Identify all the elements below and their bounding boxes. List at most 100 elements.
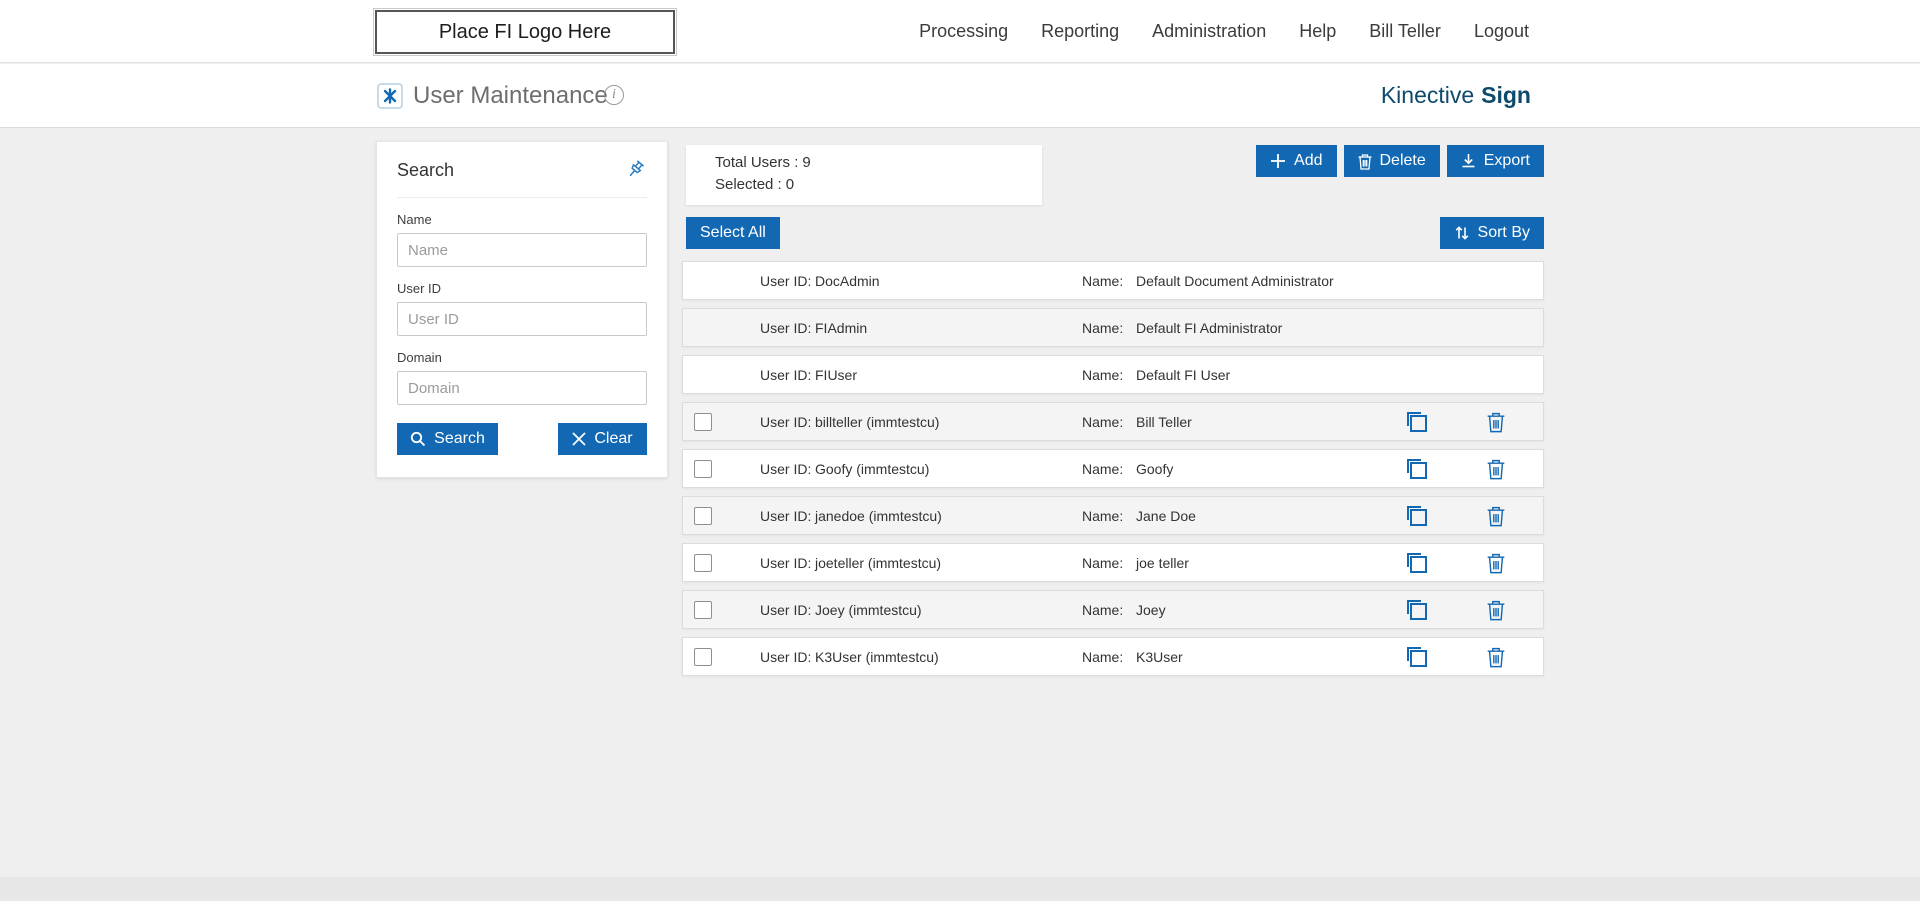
brand-name: Kinective <box>1380 82 1475 108</box>
search-button[interactable]: Search <box>397 423 498 455</box>
search-icon <box>410 431 426 447</box>
nav-item-help[interactable]: Help <box>1299 21 1336 42</box>
export-button-label: Export <box>1483 152 1530 169</box>
total-users-text: Total Users :9 <box>715 154 811 171</box>
row-checkbox[interactable] <box>694 459 712 478</box>
copy-icon <box>1407 505 1427 526</box>
user-maintenance-icon <box>377 83 403 109</box>
pin-icon[interactable] <box>623 158 647 182</box>
user-row: User ID: FIUser Name: Default FI User <box>682 355 1544 394</box>
user-id-value: Goofy (immtestcu) <box>815 460 930 477</box>
trash-icon <box>1358 153 1372 170</box>
delete-user-button[interactable] <box>1487 599 1505 620</box>
name-value: Joey <box>1136 601 1166 618</box>
user-id-field-group: User ID <box>397 281 647 336</box>
delete-user-button[interactable] <box>1487 411 1505 432</box>
fi-logo-text: Place FI Logo Here <box>438 20 612 43</box>
delete-button-label: Delete <box>1379 152 1426 169</box>
select-all-button[interactable]: Select All <box>686 217 780 249</box>
name-value: K3User <box>1136 648 1183 665</box>
trash-icon <box>1487 459 1505 479</box>
user-row: User ID: joeteller (immtestcu) Name: joe… <box>682 543 1544 582</box>
nav-item-reporting[interactable]: Reporting <box>1041 21 1119 42</box>
plus-icon <box>1270 153 1286 169</box>
user-id-value: janedoe (immtestcu) <box>815 507 942 524</box>
copy-icon <box>1407 458 1427 479</box>
name-value: Default FI Administrator <box>1136 319 1283 336</box>
trash-icon <box>1487 600 1505 620</box>
top-navigation-bar: Place FI Logo Here Processing Reporting Ad… <box>0 0 1920 63</box>
add-button[interactable]: Add <box>1256 145 1337 177</box>
row-checkbox[interactable] <box>694 647 712 666</box>
name-value: Default Document Administrator <box>1136 272 1334 289</box>
user-id-label: User ID: <box>760 601 812 618</box>
copy-user-button[interactable] <box>1405 645 1429 669</box>
user-id-input[interactable] <box>397 302 647 336</box>
nav-item-logout[interactable]: Logout <box>1474 21 1529 42</box>
name-label: Name: <box>1082 648 1124 665</box>
user-id-label: User ID <box>397 281 442 296</box>
name-field-group: Name <box>397 212 647 267</box>
sort-by-label: Sort By <box>1477 224 1530 241</box>
user-list: User ID: DocAdmin Name: Default Document… <box>682 261 1544 684</box>
nav-item-bill-teller[interactable]: Bill Teller <box>1369 21 1441 42</box>
brand-suffix: Sign <box>1481 82 1531 108</box>
search-fields: Name User ID Domain <box>397 212 647 405</box>
user-id-label: User ID: <box>760 272 812 289</box>
user-row: User ID: K3User (immtestcu) Name: K3User <box>682 637 1544 676</box>
export-icon <box>1461 153 1476 169</box>
user-id-value: FIUser <box>815 366 857 383</box>
name-label: Name: <box>1082 601 1124 618</box>
copy-user-button[interactable] <box>1405 598 1429 622</box>
copy-icon <box>1407 646 1427 667</box>
domain-field-group: Domain <box>397 350 647 405</box>
footer-bar <box>0 877 1920 901</box>
delete-user-button[interactable] <box>1487 552 1505 573</box>
user-id-label: User ID: <box>760 648 812 665</box>
user-row: User ID: billteller (immtestcu) Name: Bi… <box>682 402 1544 441</box>
delete-user-button[interactable] <box>1487 646 1505 667</box>
name-label: Name: <box>1082 507 1124 524</box>
row-checkbox[interactable] <box>694 600 712 619</box>
sort-by-button[interactable]: Sort By <box>1439 217 1544 249</box>
copy-icon <box>1407 552 1427 573</box>
row-checkbox[interactable] <box>694 506 712 525</box>
domain-label: Domain <box>397 350 442 365</box>
delete-button[interactable]: Delete <box>1343 145 1440 177</box>
delete-user-button[interactable] <box>1487 458 1505 479</box>
user-id-value: billteller (immtestcu) <box>815 413 940 430</box>
user-row: User ID: DocAdmin Name: Default Document… <box>682 261 1544 300</box>
clear-button[interactable]: Clear <box>558 423 647 455</box>
name-value: Goofy <box>1136 460 1174 477</box>
export-button[interactable]: Export <box>1446 145 1544 177</box>
domain-input[interactable] <box>397 371 647 405</box>
user-row: User ID: janedoe (immtestcu) Name: Jane … <box>682 496 1544 535</box>
trash-icon <box>1487 412 1505 432</box>
info-icon[interactable] <box>604 85 624 105</box>
copy-user-button[interactable] <box>1405 457 1429 481</box>
nav-item-administration[interactable]: Administration <box>1152 21 1266 42</box>
user-id-label: User ID: <box>760 460 812 477</box>
copy-user-button[interactable] <box>1405 504 1429 528</box>
trash-icon <box>1487 647 1505 667</box>
name-label: Name: <box>1082 460 1124 477</box>
name-label: Name <box>397 212 432 227</box>
name-label: Name: <box>1082 554 1124 571</box>
select-all-label: Select All <box>700 224 766 241</box>
search-panel-divider <box>397 197 647 198</box>
list-toolbar: Add Delete Export <box>1256 145 1544 177</box>
nav-item-processing[interactable]: Processing <box>919 21 1008 42</box>
user-id-label: User ID: <box>760 554 812 571</box>
copy-user-button[interactable] <box>1405 551 1429 575</box>
row-checkbox[interactable] <box>694 553 712 572</box>
copy-user-button[interactable] <box>1405 410 1429 434</box>
user-row: User ID: FIAdmin Name: Default FI Admini… <box>682 308 1544 347</box>
row-checkbox[interactable] <box>694 412 712 431</box>
name-input[interactable] <box>397 233 647 267</box>
delete-user-button[interactable] <box>1487 505 1505 526</box>
fi-logo-placeholder: Place FI Logo Here <box>373 8 677 56</box>
user-id-value: joeteller (immtestcu) <box>815 554 942 571</box>
add-button-label: Add <box>1294 152 1323 169</box>
app-header: User Maintenance KinectiveSign <box>0 64 1920 128</box>
search-panel-title: Search <box>397 160 455 180</box>
